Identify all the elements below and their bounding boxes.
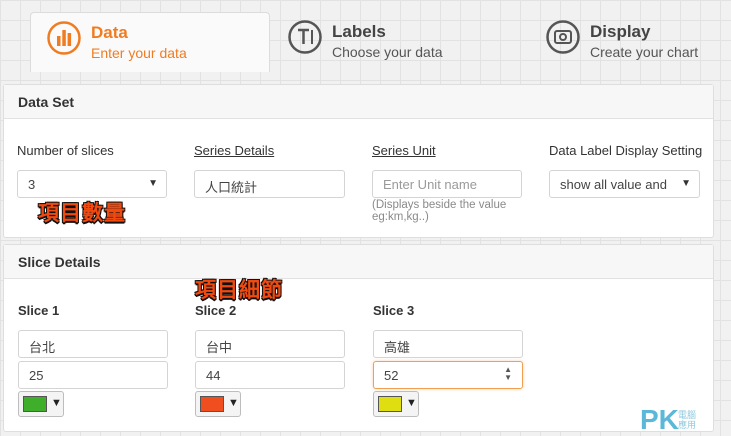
tab-data-subtitle: Enter your data: [91, 45, 187, 61]
slice-1-label: Slice 1: [18, 303, 60, 318]
series-unit-placeholder: Enter Unit name: [383, 177, 477, 192]
slice-1-value: 25: [29, 368, 44, 383]
slice-1-color-picker[interactable]: ▼: [18, 391, 64, 417]
data-label-setting-label: Data Label Display Setting: [549, 143, 703, 158]
chevron-down-icon: ▼: [228, 397, 239, 409]
watermark-text-line-2: 應用: [678, 420, 697, 430]
slice-2-name: 台中: [206, 340, 233, 355]
slice-3-color-swatch: [378, 396, 402, 412]
tab-labels-subtitle: Choose your data: [332, 44, 443, 60]
series-details-value: 人口統計: [205, 180, 258, 195]
slice-3-label: Slice 3: [373, 303, 415, 318]
slice-3-value-input[interactable]: 52 ▲ ▼: [373, 361, 523, 389]
slice-2-color-swatch: [200, 396, 224, 412]
data-label-setting-select[interactable]: show all value and ▼: [549, 170, 700, 198]
slice-2-name-input[interactable]: 台中: [195, 330, 345, 358]
slice-details-panel: Slice Details Slice 1 台北 25 ▼ Slice 2 台中…: [3, 244, 714, 432]
bar-chart-icon: [47, 21, 81, 55]
series-unit-hint-line-1: (Displays beside the value: [372, 199, 507, 211]
series-details-label[interactable]: Series Details: [194, 143, 274, 158]
slice-3-name: 高雄: [384, 340, 411, 355]
series-unit-input[interactable]: Enter Unit name: [372, 170, 522, 198]
chevron-down-icon: ▼: [51, 397, 62, 409]
watermark-text: 電腦 應用: [678, 410, 696, 430]
slice-count-annotation: 項目數量: [38, 201, 126, 225]
slice-3-name-input[interactable]: 高雄: [373, 330, 523, 358]
series-unit-hint-line-2: eg:km,kg..): [372, 211, 429, 223]
tab-display-title: Display: [590, 22, 651, 41]
watermark-text-line-1: 電腦: [678, 410, 697, 420]
slice-2-value-input[interactable]: 44: [195, 361, 345, 389]
slice-details-annotation: 項目細節: [195, 278, 283, 302]
tab-data-title: Data: [91, 23, 128, 42]
slices-count-select[interactable]: 3 ▼: [17, 170, 167, 198]
display-icon: [546, 20, 580, 54]
chevron-down-icon: ▼: [148, 178, 158, 189]
watermark-logo: PK: [640, 404, 679, 435]
chevron-down-icon: ▼: [681, 178, 691, 189]
slice-1-color-swatch: [23, 396, 47, 412]
slice-2-color-picker[interactable]: ▼: [195, 391, 241, 417]
data-set-heading: Data Set: [4, 85, 713, 119]
chevron-down-icon: ▼: [406, 397, 417, 409]
text-tool-icon: [288, 20, 322, 54]
slice-details-heading: Slice Details: [4, 245, 713, 279]
tab-display[interactable]: Display Create your chart: [530, 12, 730, 70]
slice-1-name: 台北: [29, 340, 56, 355]
slice-2-label: Slice 2: [195, 303, 237, 318]
series-unit-label[interactable]: Series Unit: [372, 143, 436, 158]
slice-1-value-input[interactable]: 25: [18, 361, 168, 389]
tab-labels[interactable]: Labels Choose your data: [272, 12, 512, 70]
slices-count-label: Number of slices: [17, 143, 114, 158]
series-unit-hint: (Displays beside the value eg:km,kg..): [372, 199, 506, 223]
slice-3-value: 52: [384, 368, 399, 383]
tab-data[interactable]: Data Enter your data: [30, 12, 270, 72]
tab-bar: Data Enter your data Labels Choose your …: [0, 0, 731, 72]
slice-1-name-input[interactable]: 台北: [18, 330, 168, 358]
slice-2-value: 44: [206, 368, 221, 383]
tab-display-subtitle: Create your chart: [590, 44, 699, 60]
number-spinner-icon[interactable]: ▲ ▼: [504, 366, 512, 382]
slice-3-color-picker[interactable]: ▼: [373, 391, 419, 417]
slices-count-value: 3: [28, 177, 36, 192]
data-label-setting-value: show all value and: [560, 177, 667, 192]
tab-labels-title: Labels: [332, 22, 386, 41]
series-details-input[interactable]: 人口統計: [194, 170, 345, 198]
